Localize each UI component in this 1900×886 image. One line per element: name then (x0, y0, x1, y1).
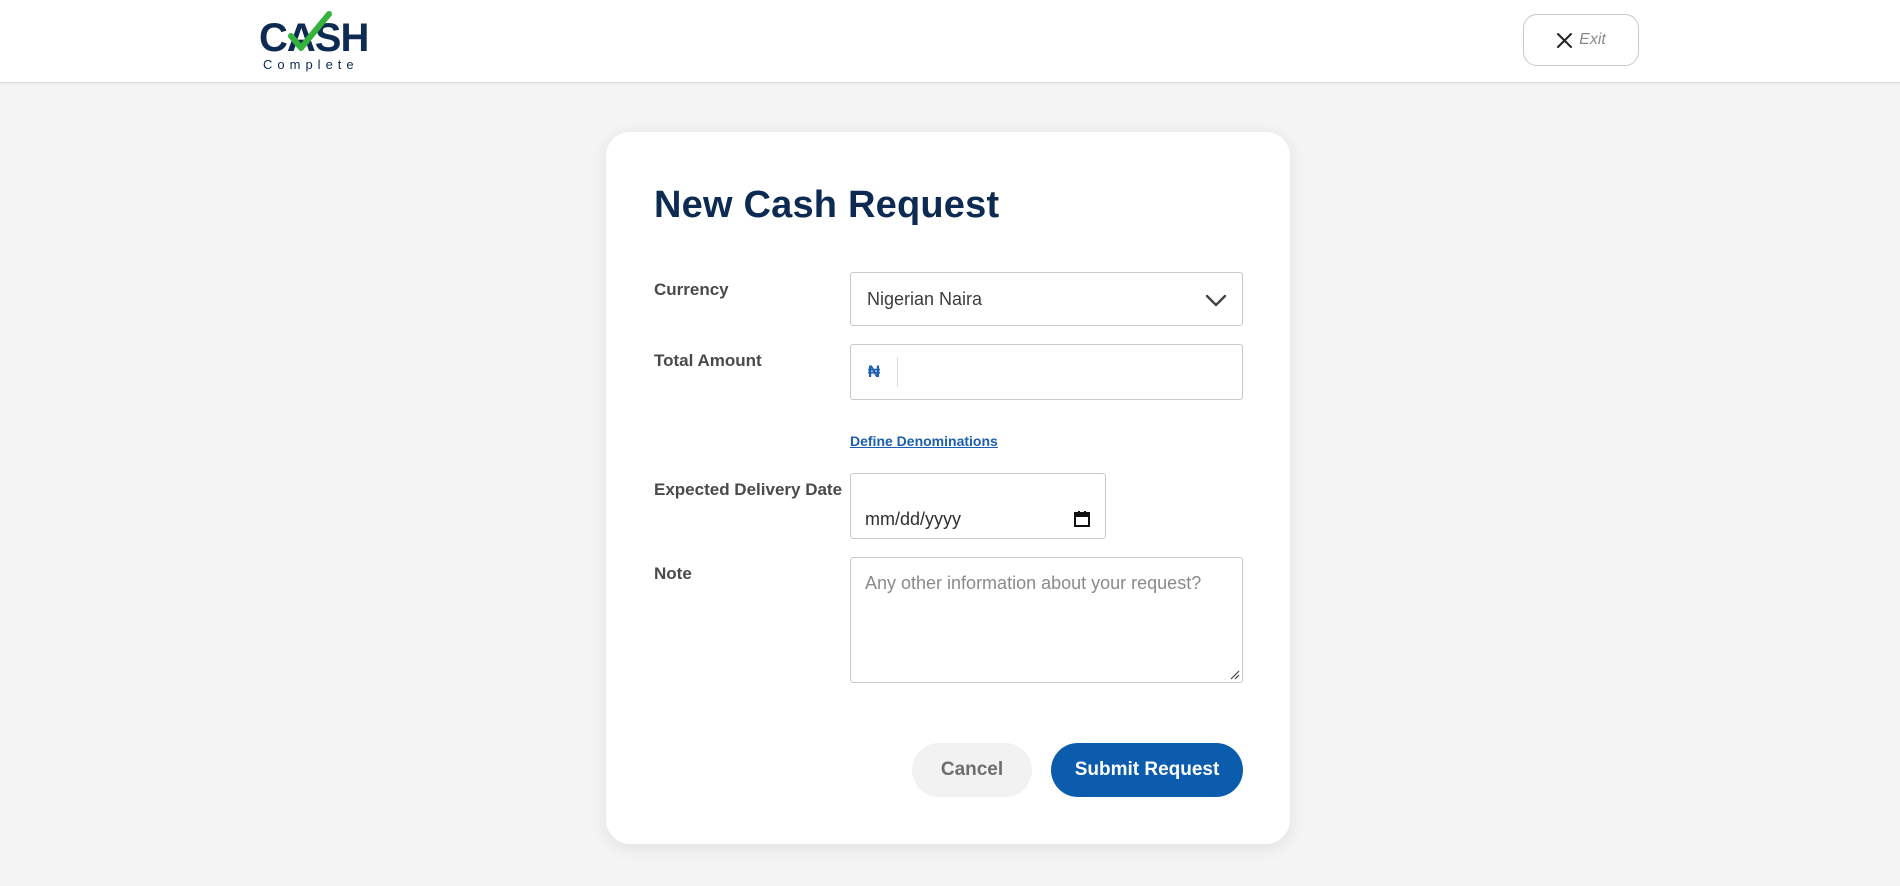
calendar-icon[interactable] (1073, 510, 1091, 528)
top-bar: CASH Complete Exit (0, 0, 1900, 83)
exit-button[interactable]: Exit (1523, 14, 1639, 66)
naira-symbol: ₦ (851, 357, 898, 387)
total-amount-input[interactable] (898, 345, 1242, 399)
date-placeholder: mm/dd/yyyy (865, 509, 962, 529)
chevron-down-icon (1205, 294, 1227, 307)
submit-request-button[interactable]: Submit Request (1051, 743, 1243, 797)
cancel-button[interactable]: Cancel (912, 743, 1032, 797)
total-amount-label: Total Amount (654, 351, 762, 370)
currency-select[interactable]: Nigerian Naira (850, 272, 1243, 326)
new-cash-request-card: New Cash Request Currency Nigerian Naira… (606, 132, 1290, 844)
note-textarea[interactable]: Any other information about your request… (850, 557, 1243, 683)
delivery-date-input[interactable]: mm/dd/yyyy (850, 473, 1106, 539)
total-amount-field: ₦ (850, 344, 1243, 400)
cash-complete-logo[interactable]: CASH Complete (259, 11, 369, 74)
currency-selected-value: Nigerian Naira (867, 288, 983, 309)
close-icon (1557, 32, 1573, 48)
page-title: New Cash Request (654, 184, 1000, 226)
define-denominations-link[interactable]: Define Denominations (850, 433, 998, 449)
exit-label: Exit (1579, 31, 1606, 48)
expected-delivery-date-label: Expected Delivery Date (654, 480, 843, 499)
currency-label: Currency (654, 280, 729, 299)
note-label: Note (654, 564, 692, 583)
check-icon (288, 11, 332, 51)
resize-handle-icon[interactable] (1228, 668, 1240, 680)
note-placeholder: Any other information about your request… (865, 573, 1202, 593)
logo-subtitle: Complete (263, 57, 359, 72)
